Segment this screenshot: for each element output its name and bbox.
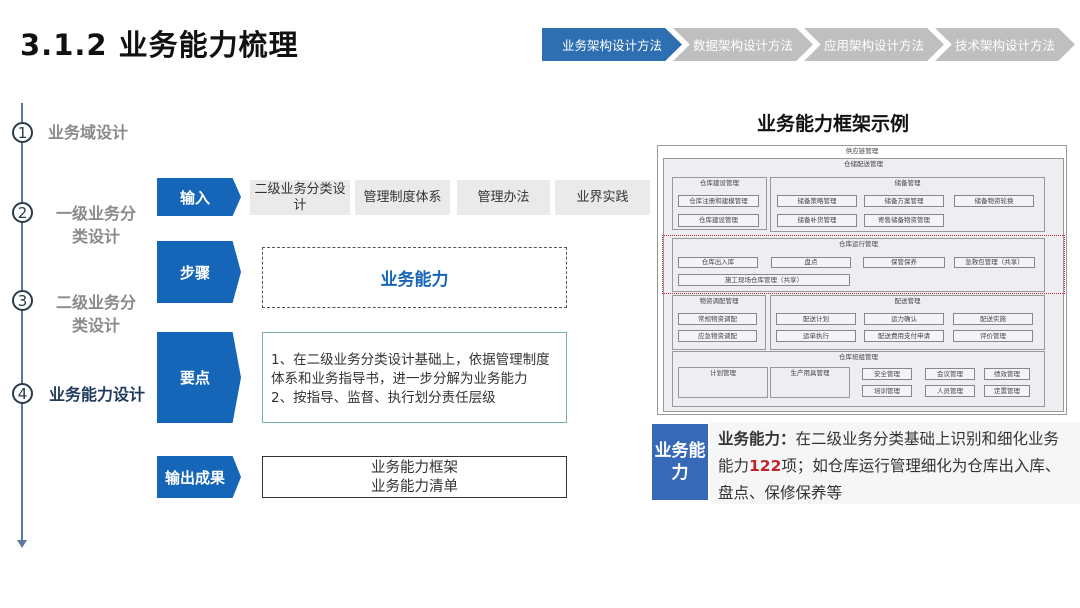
page-title: 3.1.2 业务能力梳理 [20, 28, 299, 62]
output-box: 业务能力框架 业务能力清单 [262, 456, 567, 498]
capability-item: 定置管理 [984, 385, 1030, 397]
stage-keypoints: 要点 [157, 332, 241, 423]
input-item: 管理办法 [457, 180, 550, 215]
capability-item: 运力确认 [864, 313, 944, 325]
crumb-technology[interactable]: 技术架构设计方法 [935, 28, 1075, 61]
capability-item: 生产用具管理 [770, 367, 850, 398]
step-number-4: 4 [12, 383, 33, 404]
crumb-application[interactable]: 应用架构设计方法 [804, 28, 944, 61]
capability-item: 配送计划 [776, 313, 856, 325]
capability-tag: 业务能力 [652, 424, 708, 500]
capability-item: 人员管理 [925, 385, 975, 397]
crumb-data[interactable]: 数据架构设计方法 [673, 28, 813, 61]
arrow-down-icon [17, 540, 27, 548]
capability-item: 评价管理 [953, 330, 1033, 342]
capability-description: 业务能力：在二级业务分类基础上识别和细化业务能力122项；如仓库运行管理细化为仓… [710, 422, 1080, 504]
step-number-3: 3 [12, 290, 33, 311]
capability-item: 会议管理 [925, 368, 975, 380]
input-item: 管理制度体系 [355, 180, 450, 215]
keypoint: 2、按指导、监督、执行划分责任层级 [271, 390, 496, 406]
capability-item: 安全管理 [862, 368, 912, 380]
capability-item: 应急物资调配 [678, 330, 757, 342]
keypoint: 1、在二级业务分类设计基础上，依据管理制度体系和业务指导书，进一步分解为业务能力 [271, 352, 550, 387]
capability-item: 储备方案管理 [864, 195, 944, 207]
capability-count: 122 [749, 457, 782, 475]
input-item: 业界实践 [555, 180, 650, 215]
capability-item: 储备物资轮换 [954, 195, 1034, 207]
crumb-business[interactable]: 业务架构设计方法 [542, 28, 682, 61]
stage-input: 输入 [157, 178, 241, 216]
input-item: 二级业务分类设计 [250, 180, 350, 215]
keypoints-box: 1、在二级业务分类设计基础上，依据管理制度体系和业务指导书，进一步分解为业务能力… [262, 332, 567, 423]
output-item: 业务能力清单 [371, 479, 458, 495]
step-number-2: 2 [12, 202, 33, 223]
capability-framework-diagram: 供应链管理 仓储配送管理 仓库建设管理 仓库注册和建模管理 仓库建设管理 储备管理 储备策略… [652, 145, 1076, 417]
step-number-1: 1 [12, 122, 33, 143]
capability-item: 寄售储备物资管理 [864, 214, 944, 227]
capability-item: 培训管理 [862, 385, 912, 397]
desc-label: 业务能力： [718, 430, 796, 448]
framework-title: 业务能力框架示例 [756, 113, 909, 135]
capability-item: 配送实施 [953, 313, 1033, 325]
steps-box: 业务能力 [262, 247, 567, 308]
output-item: 业务能力框架 [371, 460, 458, 476]
capability-item: 储备补货管理 [777, 214, 857, 227]
step-label-3: 二级业务分类设计 [55, 293, 136, 335]
step-label-4: 业务能力设计 [48, 385, 145, 404]
capability-item: 常规物资调配 [678, 313, 757, 325]
capability-item: 储备策略管理 [777, 195, 857, 207]
capability-item: 运单执行 [776, 330, 856, 342]
highlight-frame [662, 235, 1065, 294]
capability-item: 仓库注册和建模管理 [678, 195, 759, 207]
timeline-line [21, 103, 23, 543]
stage-steps: 步骤 [157, 241, 241, 303]
stage-output: 输出成果 [157, 456, 241, 498]
capability-item: 仓库建设管理 [678, 214, 759, 227]
capability-item: 配送费用支付申请 [864, 330, 944, 342]
capability-item: 绩效管理 [984, 368, 1030, 380]
step-label-2: 一级业务分类设计 [55, 204, 136, 246]
step-label-1: 业务域设计 [48, 123, 129, 142]
capability-item: 计划管理 [678, 367, 768, 398]
